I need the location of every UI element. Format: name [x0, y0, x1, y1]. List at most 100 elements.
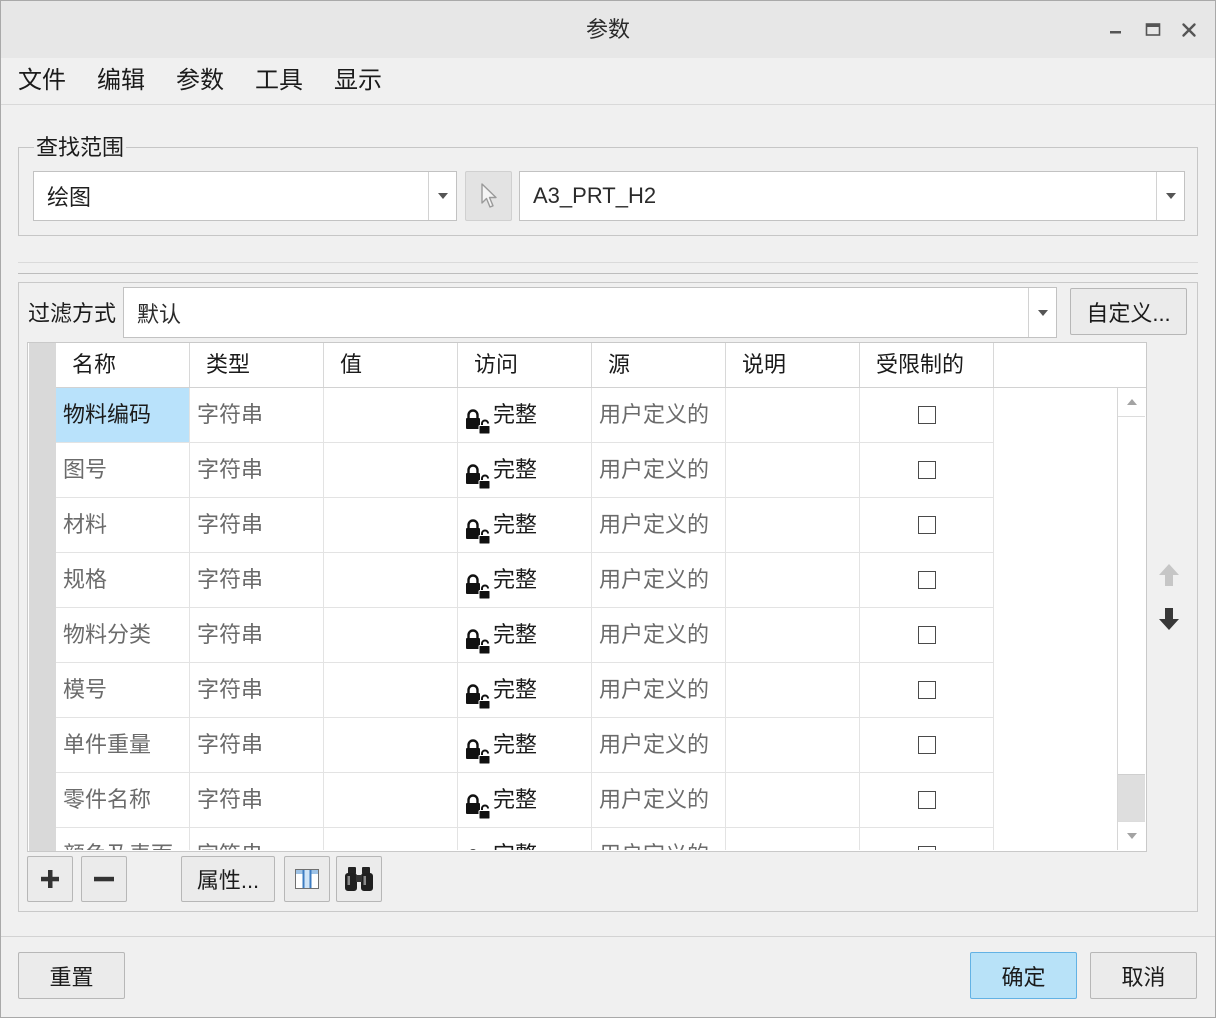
cell-description[interactable] — [726, 498, 860, 552]
table-row[interactable]: 模号 字符串 完整 用户定义的 — [56, 663, 994, 718]
menu-tools[interactable]: 工具 — [255, 66, 303, 96]
parameters-table[interactable]: 名称 类型 值 访问 源 说明 受限制的 物料编码 字符串 完整 用户定义的 图号 字符串… — [27, 342, 1147, 852]
cell-value[interactable] — [324, 443, 458, 497]
cell-name[interactable]: 物料分类 — [56, 608, 190, 662]
cell-value[interactable] — [324, 553, 458, 607]
cell-description[interactable] — [726, 553, 860, 607]
cell-restricted[interactable] — [860, 828, 994, 850]
chevron-down-icon[interactable] — [1156, 172, 1184, 220]
cell-restricted[interactable] — [860, 608, 994, 662]
cell-description[interactable] — [726, 718, 860, 772]
properties-button[interactable]: 属性... — [181, 856, 275, 902]
maximize-icon[interactable] — [1145, 22, 1161, 38]
cell-value[interactable] — [324, 718, 458, 772]
title-bar[interactable]: 参数 — [1, 1, 1215, 58]
cell-restricted[interactable] — [860, 553, 994, 607]
restricted-checkbox[interactable] — [917, 571, 936, 589]
cell-type[interactable]: 字符串 — [190, 828, 324, 850]
cell-value[interactable] — [324, 388, 458, 442]
cell-source[interactable]: 用户定义的 — [592, 608, 726, 662]
customize-button[interactable]: 自定义... — [1070, 288, 1187, 335]
cell-restricted[interactable] — [860, 498, 994, 552]
cell-access[interactable]: 完整 — [458, 663, 592, 717]
cell-type[interactable]: 字符串 — [190, 608, 324, 662]
column-header-value[interactable]: 值 — [324, 343, 458, 387]
cell-restricted[interactable] — [860, 718, 994, 772]
scroll-down-button[interactable] — [1118, 821, 1145, 850]
splitter-handle[interactable] — [18, 273, 1198, 274]
cell-description[interactable] — [726, 663, 860, 717]
cell-type[interactable]: 字符串 — [190, 663, 324, 717]
restricted-checkbox[interactable] — [917, 736, 936, 754]
cell-name[interactable]: 图号 — [56, 443, 190, 497]
cancel-button[interactable]: 取消 — [1090, 952, 1197, 999]
cell-access[interactable]: 完整 — [458, 608, 592, 662]
column-header-source[interactable]: 源 — [592, 343, 726, 387]
ok-button[interactable]: 确定 — [970, 952, 1077, 999]
scroll-up-button[interactable] — [1118, 388, 1145, 417]
menu-parameters[interactable]: 参数 — [176, 66, 224, 96]
column-header-access[interactable]: 访问 — [458, 343, 592, 387]
restricted-checkbox[interactable] — [917, 626, 936, 644]
close-icon[interactable] — [1181, 22, 1197, 38]
chevron-down-icon[interactable] — [1028, 288, 1056, 337]
look-in-dropdown[interactable]: 绘图 — [33, 171, 457, 221]
cell-name[interactable]: 颜色及表面 — [56, 828, 190, 850]
cell-description[interactable] — [726, 828, 860, 850]
cell-restricted[interactable] — [860, 773, 994, 827]
chevron-down-icon[interactable] — [428, 172, 456, 220]
find-button[interactable] — [336, 856, 382, 902]
cell-value[interactable] — [324, 498, 458, 552]
cell-source[interactable]: 用户定义的 — [592, 828, 726, 850]
cell-source[interactable]: 用户定义的 — [592, 498, 726, 552]
cell-type[interactable]: 字符串 — [190, 718, 324, 772]
cell-name[interactable]: 规格 — [56, 553, 190, 607]
cell-access[interactable]: 完整 — [458, 718, 592, 772]
cell-value[interactable] — [324, 828, 458, 850]
cell-source[interactable]: 用户定义的 — [592, 553, 726, 607]
cell-access[interactable]: 完整 — [458, 553, 592, 607]
column-header-description[interactable]: 说明 — [726, 343, 860, 387]
cell-name[interactable]: 模号 — [56, 663, 190, 717]
table-row[interactable]: 零件名称 字符串 完整 用户定义的 — [56, 773, 994, 828]
table-row[interactable]: 规格 字符串 完整 用户定义的 — [56, 553, 994, 608]
restricted-checkbox[interactable] — [917, 681, 936, 699]
cell-source[interactable]: 用户定义的 — [592, 388, 726, 442]
cell-description[interactable] — [726, 608, 860, 662]
scroll-track[interactable] — [1118, 775, 1145, 821]
cell-restricted[interactable] — [860, 663, 994, 717]
cell-description[interactable] — [726, 443, 860, 497]
cell-name[interactable]: 材料 — [56, 498, 190, 552]
cell-restricted[interactable] — [860, 388, 994, 442]
column-header-restricted[interactable]: 受限制的 — [860, 343, 994, 387]
restricted-checkbox[interactable] — [917, 516, 936, 534]
table-row[interactable]: 材料 字符串 完整 用户定义的 — [56, 498, 994, 553]
cell-name[interactable]: 零件名称 — [56, 773, 190, 827]
cell-source[interactable]: 用户定义的 — [592, 773, 726, 827]
row-header-column[interactable] — [29, 343, 56, 851]
cell-source[interactable]: 用户定义的 — [592, 663, 726, 717]
remove-parameter-button[interactable] — [81, 856, 127, 902]
cell-description[interactable] — [726, 773, 860, 827]
minimize-icon[interactable] — [1108, 22, 1124, 38]
menu-edit[interactable]: 编辑 — [97, 66, 145, 96]
arrow-down-icon[interactable] — [1159, 608, 1179, 630]
table-row[interactable]: 单件重量 字符串 完整 用户定义的 — [56, 718, 994, 773]
filter-dropdown[interactable]: 默认 — [123, 287, 1057, 338]
table-row[interactable]: 图号 字符串 完整 用户定义的 — [56, 443, 994, 498]
restricted-checkbox[interactable] — [917, 461, 936, 479]
cell-source[interactable]: 用户定义的 — [592, 443, 726, 497]
table-row[interactable]: 物料编码 字符串 完整 用户定义的 — [56, 388, 994, 443]
cell-type[interactable]: 字符串 — [190, 388, 324, 442]
cell-type[interactable]: 字符串 — [190, 773, 324, 827]
cell-type[interactable]: 字符串 — [190, 443, 324, 497]
menu-display[interactable]: 显示 — [334, 66, 382, 96]
cell-description[interactable] — [726, 388, 860, 442]
cell-type[interactable]: 字符串 — [190, 498, 324, 552]
cell-value[interactable] — [324, 608, 458, 662]
cell-name[interactable]: 单件重量 — [56, 718, 190, 772]
add-parameter-button[interactable] — [27, 856, 73, 902]
arrow-up-icon[interactable] — [1159, 564, 1179, 586]
restricted-checkbox[interactable] — [917, 791, 936, 809]
cell-value[interactable] — [324, 773, 458, 827]
